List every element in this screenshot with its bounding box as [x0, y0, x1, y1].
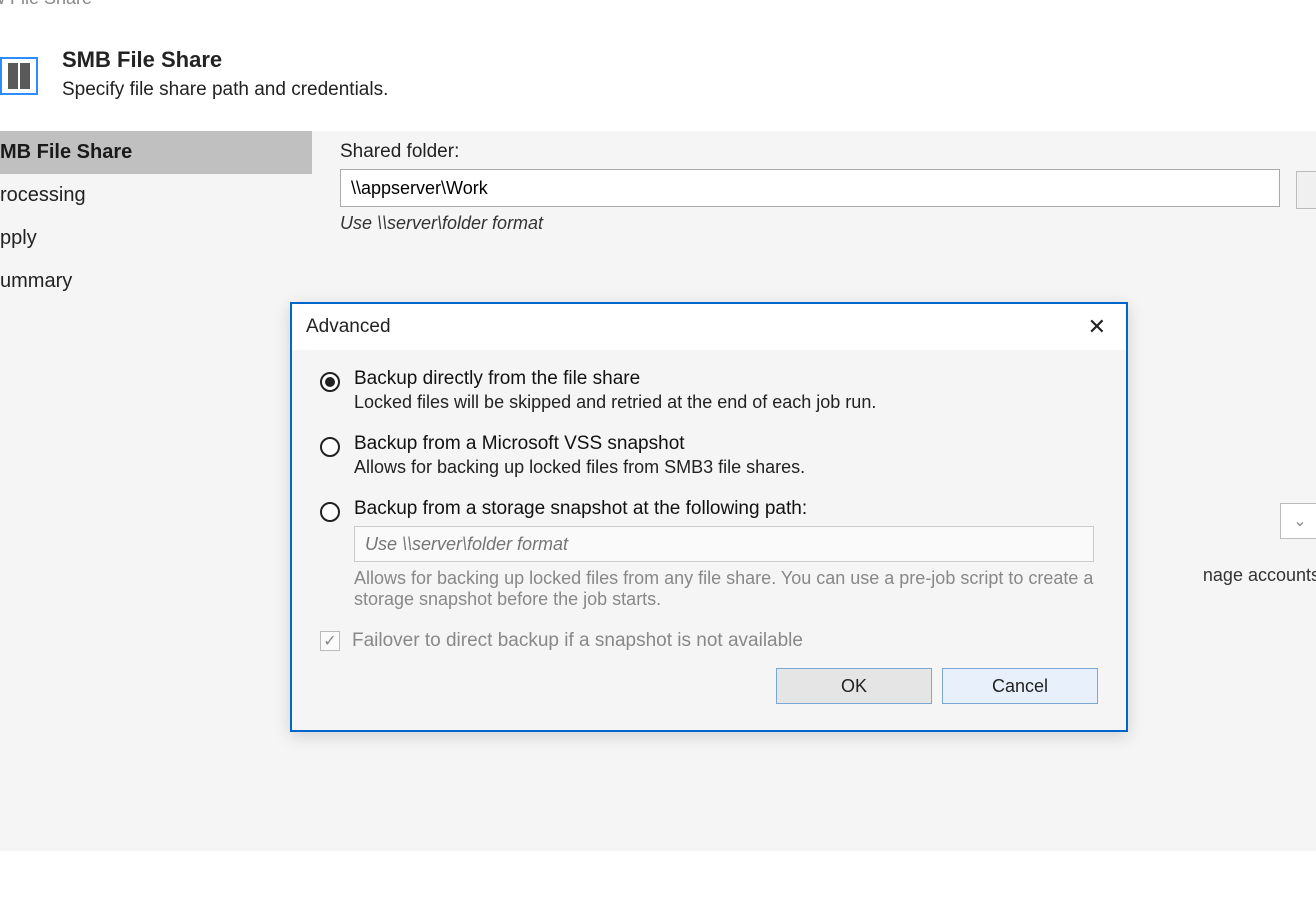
dialog-buttons: OK Cancel — [320, 668, 1098, 718]
snapshot-path-input — [354, 526, 1094, 562]
credentials-dropdown-arrow[interactable]: ⌄ — [1280, 503, 1316, 539]
page-subtitle: Specify file share path and credentials. — [62, 79, 388, 101]
sidebar-item-summary[interactable]: ummary — [0, 260, 312, 303]
ok-button[interactable]: OK — [776, 668, 932, 704]
sidebar-item-apply[interactable]: pply — [0, 217, 312, 260]
file-share-icon — [0, 57, 38, 95]
backup-mode-radio-group: Backup directly from the file share Lock… — [320, 368, 1098, 610]
shared-folder-hint: Use \\server\folder format — [340, 213, 1296, 234]
dialog-body: Backup directly from the file share Lock… — [292, 350, 1126, 730]
shared-folder-input[interactable] — [340, 169, 1280, 207]
radio-option-storage-snapshot[interactable]: Backup from a storage snapshot at the fo… — [320, 498, 1098, 610]
radio-icon[interactable] — [320, 437, 340, 457]
sidebar-item-smb-file-share[interactable]: MB File Share — [0, 131, 312, 174]
shared-folder-label: Shared folder: — [340, 141, 1296, 163]
radio-description: Allows for backing up locked files from … — [354, 568, 1098, 610]
radio-label: Backup from a storage snapshot at the fo… — [354, 498, 1098, 520]
header-text: SMB File Share Specify file share path a… — [62, 47, 388, 101]
wizard-sidebar: MB File Share rocessing pply ummary — [0, 131, 312, 851]
failover-checkbox — [320, 631, 340, 651]
radio-icon[interactable] — [320, 372, 340, 392]
radio-description: Allows for backing up locked files from … — [354, 457, 1098, 478]
browse-button[interactable] — [1296, 171, 1316, 209]
manage-accounts-link[interactable]: nage accounts — [1203, 565, 1316, 586]
cancel-button[interactable]: Cancel — [942, 668, 1098, 704]
radio-description: Locked files will be skipped and retried… — [354, 392, 1098, 413]
failover-checkbox-row: Failover to direct backup if a snapshot … — [320, 630, 1098, 652]
sidebar-item-processing[interactable]: rocessing — [0, 174, 312, 217]
advanced-dialog: Advanced ✕ Backup directly from the file… — [290, 302, 1128, 732]
header: SMB File Share Specify file share path a… — [0, 17, 1316, 131]
radio-option-vss-snapshot[interactable]: Backup from a Microsoft VSS snapshot All… — [320, 433, 1098, 478]
dialog-title-text: Advanced — [306, 316, 391, 338]
radio-option-direct[interactable]: Backup directly from the file share Lock… — [320, 368, 1098, 413]
chevron-down-icon: ⌄ — [1293, 511, 1306, 531]
failover-checkbox-label: Failover to direct backup if a snapshot … — [352, 630, 803, 652]
radio-icon[interactable] — [320, 502, 340, 522]
radio-label: Backup directly from the file share — [354, 368, 1098, 390]
radio-label: Backup from a Microsoft VSS snapshot — [354, 433, 1098, 455]
close-icon[interactable]: ✕ — [1082, 314, 1112, 340]
dialog-titlebar: Advanced ✕ — [292, 304, 1126, 350]
window-title: w File Share — [0, 0, 1316, 17]
wizard-window: w File Share SMB File Share Specify file… — [0, 0, 1316, 904]
page-title: SMB File Share — [62, 47, 388, 73]
